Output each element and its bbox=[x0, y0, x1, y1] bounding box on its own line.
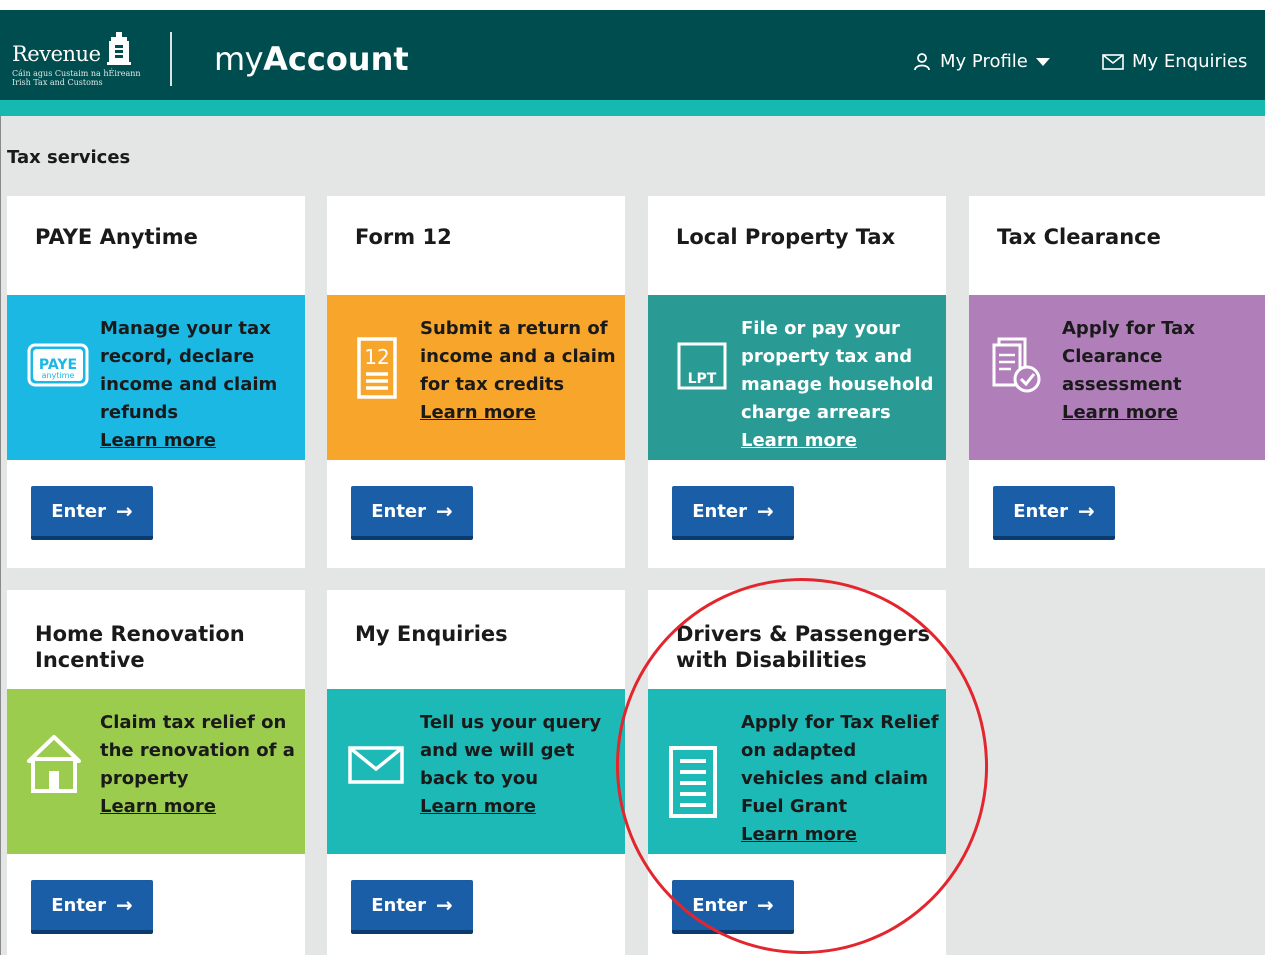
my-enquiries-label: My Enquiries bbox=[1132, 51, 1248, 72]
chevron-down-icon bbox=[1035, 58, 1050, 66]
card-description: File or pay your property tax and manage… bbox=[741, 315, 941, 455]
card-title: My Enquiries bbox=[355, 622, 508, 646]
card-description-text: Submit a return of income and a claim fo… bbox=[420, 318, 616, 395]
enter-button[interactable]: Enter → bbox=[31, 486, 153, 540]
brand-account: Account bbox=[263, 40, 409, 78]
enter-button[interactable]: Enter → bbox=[672, 880, 794, 934]
card-description-text: Claim tax relief on the renovation of a … bbox=[100, 712, 295, 789]
learn-more-link[interactable]: Learn more bbox=[1062, 399, 1202, 427]
enter-button[interactable]: Enter → bbox=[672, 486, 794, 540]
user-icon bbox=[914, 53, 930, 71]
paye-anytime-icon: PAYE anytime bbox=[27, 343, 89, 387]
document-check-icon bbox=[992, 337, 1041, 393]
learn-more-link[interactable]: Learn more bbox=[420, 399, 620, 427]
learn-more-link[interactable]: Learn more bbox=[741, 427, 941, 455]
card-tax-clearance: Tax Clearance Apply for Tax Clearance as… bbox=[969, 196, 1265, 568]
card-local-property-tax: Local Property Tax LPT File or pay your … bbox=[648, 196, 946, 568]
card-description: Submit a return of income and a claim fo… bbox=[420, 315, 620, 427]
myaccount-brand[interactable]: myAccount bbox=[214, 40, 409, 78]
enter-label: Enter bbox=[692, 894, 748, 916]
card-description: Tell us your query and we will get back … bbox=[420, 709, 615, 821]
card-banner: Apply for Tax Clearance assessment Learn… bbox=[969, 295, 1265, 460]
enter-label: Enter bbox=[51, 894, 107, 916]
enter-label: Enter bbox=[51, 500, 107, 522]
brand-my: my bbox=[214, 40, 264, 78]
my-enquiries-link[interactable]: My Enquiries bbox=[1102, 50, 1247, 74]
my-profile-menu[interactable]: My Profile bbox=[912, 50, 1058, 74]
card-title: PAYE Anytime bbox=[35, 225, 198, 249]
card-home-renovation-incentive: Home Renovation Incentive Claim tax reli… bbox=[7, 590, 305, 955]
card-drivers-passengers-disabilities: Drivers & Passengers with Disabilities A… bbox=[648, 590, 946, 955]
enter-button[interactable]: Enter → bbox=[351, 486, 473, 540]
logo-subtitle-english: Irish Tax and Customs bbox=[12, 78, 103, 87]
card-title: Local Property Tax bbox=[676, 225, 896, 249]
card-banner: Claim tax relief on the renovation of a … bbox=[7, 689, 305, 854]
lpt-icon-text: LPT bbox=[688, 371, 717, 387]
card-description: Manage your tax record, declare income a… bbox=[100, 315, 300, 455]
lpt-icon: LPT bbox=[677, 342, 727, 390]
learn-more-link[interactable]: Learn more bbox=[741, 821, 941, 849]
enter-button[interactable]: Enter → bbox=[351, 880, 473, 934]
card-description: Claim tax relief on the renovation of a … bbox=[100, 709, 300, 821]
document-lines-icon bbox=[669, 746, 717, 818]
card-my-enquiries: My Enquiries Tell us your query and we w… bbox=[327, 590, 625, 955]
enter-label: Enter bbox=[692, 500, 748, 522]
tower-logo-icon bbox=[107, 32, 131, 65]
card-banner: PAYE anytime Manage your tax record, dec… bbox=[7, 295, 305, 460]
arrow-right-icon: → bbox=[757, 893, 774, 917]
my-profile-label: My Profile bbox=[940, 51, 1028, 72]
enter-label: Enter bbox=[371, 500, 427, 522]
enter-button[interactable]: Enter → bbox=[31, 880, 153, 934]
arrow-right-icon: → bbox=[1078, 499, 1095, 523]
arrow-right-icon: → bbox=[116, 499, 133, 523]
paye-icon-subtext: anytime bbox=[42, 371, 75, 380]
card-description-text: Manage your tax record, declare income a… bbox=[100, 318, 278, 423]
enter-button[interactable]: Enter → bbox=[993, 486, 1115, 540]
card-title: Home Renovation Incentive bbox=[35, 622, 245, 672]
card-description-text: Apply for Tax Relief on adapted vehicles… bbox=[741, 712, 939, 817]
logo-text: Revenue bbox=[12, 42, 101, 66]
card-banner: 12 Submit a return of income and a claim… bbox=[327, 295, 625, 460]
enter-label: Enter bbox=[371, 894, 427, 916]
card-banner: Tell us your query and we will get back … bbox=[327, 689, 625, 854]
form-icon-text: 12 bbox=[364, 345, 389, 369]
arrow-right-icon: → bbox=[436, 499, 453, 523]
card-banner: LPT File or pay your property tax and ma… bbox=[648, 295, 946, 460]
logo-subtitle-irish: Cáin agus Custaim na hÉireann bbox=[12, 69, 141, 78]
learn-more-link[interactable]: Learn more bbox=[100, 427, 300, 455]
arrow-right-icon: → bbox=[757, 499, 774, 523]
card-description-text: Apply for Tax Clearance assessment bbox=[1062, 318, 1195, 395]
header-divider bbox=[170, 32, 172, 86]
card-banner: Apply for Tax Relief on adapted vehicles… bbox=[648, 689, 946, 854]
card-description-text: Tell us your query and we will get back … bbox=[420, 712, 602, 789]
learn-more-link[interactable]: Learn more bbox=[420, 793, 615, 821]
form-12-icon: 12 bbox=[357, 337, 397, 399]
house-icon bbox=[27, 735, 81, 793]
arrow-right-icon: → bbox=[436, 893, 453, 917]
revenue-logo[interactable]: Revenue Cáin agus Custaim na hÉireann Ir… bbox=[12, 30, 172, 90]
card-description: Apply for Tax Clearance assessment Learn… bbox=[1062, 315, 1202, 427]
card-description-text: File or pay your property tax and manage… bbox=[741, 318, 934, 423]
accent-bar bbox=[0, 100, 1265, 116]
card-paye-anytime: PAYE Anytime PAYE anytime Manage your ta… bbox=[7, 196, 305, 568]
arrow-right-icon: → bbox=[116, 893, 133, 917]
card-title: Form 12 bbox=[355, 225, 452, 249]
section-title: Tax services bbox=[7, 147, 131, 168]
enter-label: Enter bbox=[1013, 500, 1069, 522]
card-description: Apply for Tax Relief on adapted vehicles… bbox=[741, 709, 941, 849]
envelope-icon bbox=[348, 746, 404, 784]
card-form-12: Form 12 12 Submit a return of income and… bbox=[327, 196, 625, 568]
envelope-icon bbox=[1102, 54, 1124, 70]
card-title: Drivers & Passengers with Disabilities bbox=[676, 622, 931, 672]
learn-more-link[interactable]: Learn more bbox=[100, 793, 300, 821]
site-header: Revenue Cáin agus Custaim na hÉireann Ir… bbox=[0, 10, 1265, 100]
card-title: Tax Clearance bbox=[997, 225, 1161, 249]
